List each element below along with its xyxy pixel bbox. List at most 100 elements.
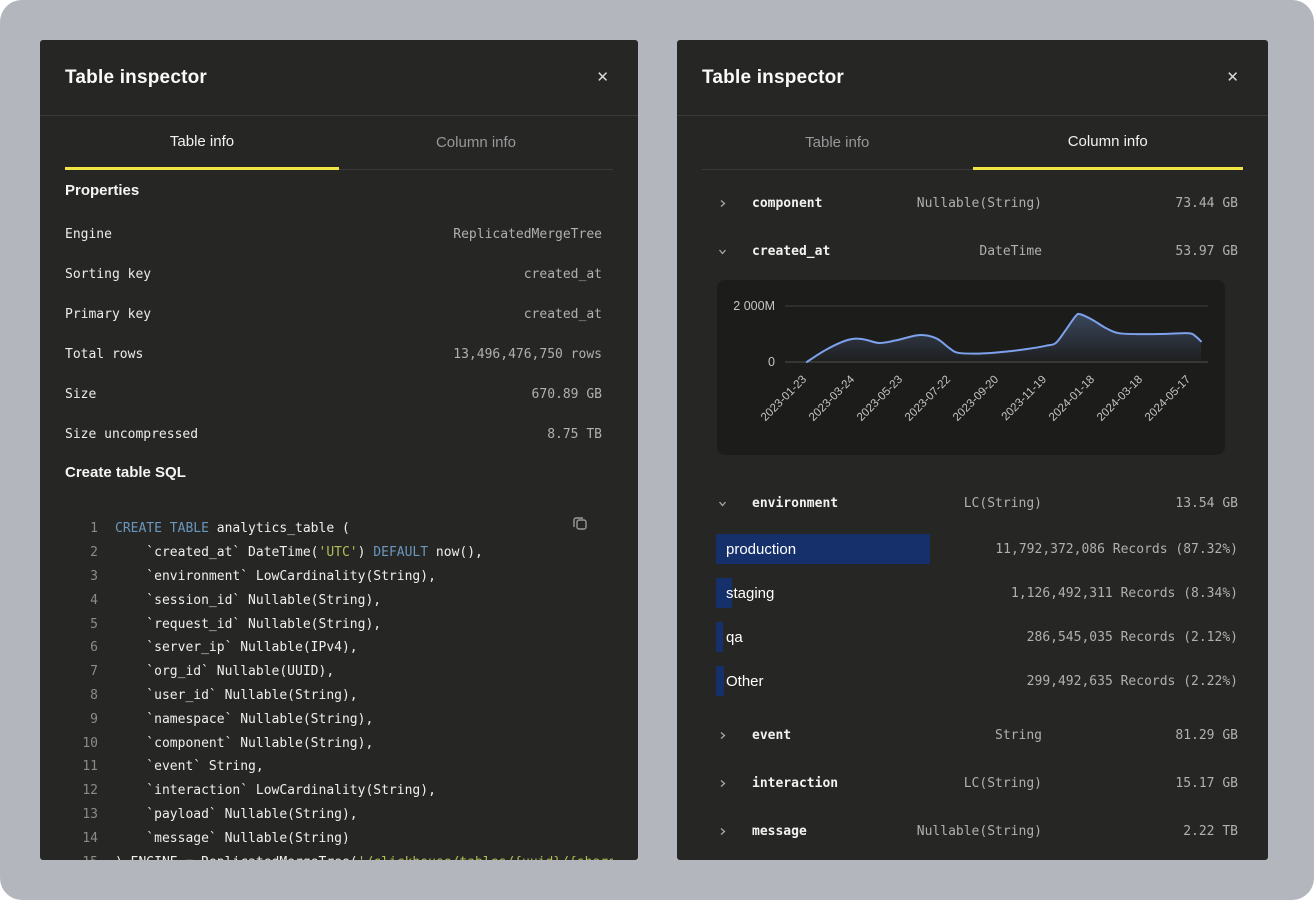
column-size: 53.97 GB bbox=[1042, 244, 1238, 259]
value-label: production bbox=[716, 541, 796, 558]
line-text: `user_id` Nullable(String), bbox=[115, 688, 358, 703]
line-number: 4 bbox=[65, 593, 98, 608]
tab-table-info[interactable]: Table info bbox=[65, 116, 339, 170]
line-number: 9 bbox=[65, 712, 98, 727]
svg-text:2024-03-18: 2024-03-18 bbox=[1095, 374, 1145, 424]
svg-text:2023-09-20: 2023-09-20 bbox=[951, 374, 1001, 424]
line-number: 13 bbox=[65, 807, 98, 822]
value-label: staging bbox=[716, 585, 774, 602]
column-row-created_at[interactable]: created_at DateTime 53.97 GB bbox=[677, 227, 1268, 275]
property-value: 670.89 GB bbox=[532, 387, 602, 402]
tab-table-info[interactable]: Table info bbox=[702, 116, 973, 170]
sql-code-block: 1 CREATE TABLE analytics_table ( 2 `crea… bbox=[65, 505, 613, 860]
column-size: 15.17 GB bbox=[1042, 776, 1238, 791]
sql-code-line: 3 `environment` LowCardinality(String), bbox=[65, 565, 613, 589]
chevron-right-icon[interactable] bbox=[717, 778, 752, 789]
value-records: 1,126,492,311 Records (8.34%) bbox=[1011, 571, 1238, 615]
copy-icon[interactable] bbox=[570, 513, 590, 536]
value-records: 299,492,635 Records (2.22%) bbox=[1027, 659, 1238, 703]
column-name: interaction bbox=[752, 776, 862, 791]
sql-code-line: 8 `user_id` Nullable(String), bbox=[65, 684, 613, 708]
column-size: 73.44 GB bbox=[1042, 196, 1238, 211]
line-text: `environment` LowCardinality(String), bbox=[115, 569, 436, 584]
tab-column-info[interactable]: Column info bbox=[973, 116, 1244, 170]
column-row-event[interactable]: event String 81.29 GB bbox=[677, 711, 1268, 759]
tab-column-info[interactable]: Column info bbox=[339, 116, 613, 170]
tab-bar: Table info Column info bbox=[65, 116, 613, 170]
line-text: `message` Nullable(String) bbox=[115, 831, 350, 846]
sql-code-line: 10 `component` Nullable(String), bbox=[65, 731, 613, 755]
line-text: `server_ip` Nullable(IPv4), bbox=[115, 640, 358, 655]
column-name: message bbox=[752, 824, 862, 839]
column-name: created_at bbox=[752, 244, 862, 259]
close-icon[interactable]: ✕ bbox=[1222, 66, 1243, 89]
property-value: created_at bbox=[524, 307, 602, 322]
close-icon[interactable]: ✕ bbox=[592, 66, 613, 89]
sql-code-line: 2 `created_at` DateTime('UTC') DEFAULT n… bbox=[65, 541, 613, 565]
column-row-component[interactable]: component Nullable(String) 73.44 GB bbox=[677, 179, 1268, 227]
create-table-sql-heading: Create table SQL bbox=[65, 464, 613, 484]
property-label: Size bbox=[65, 387, 96, 402]
column-row-message[interactable]: message Nullable(String) 2.22 TB bbox=[677, 807, 1268, 855]
line-text: `request_id` Nullable(String), bbox=[115, 617, 381, 632]
properties-heading: Properties bbox=[65, 182, 613, 202]
column-type: Nullable(String) bbox=[862, 824, 1042, 839]
chevron-right-icon[interactable] bbox=[717, 826, 752, 837]
value-label: Other bbox=[716, 673, 764, 690]
column-size: 2.22 TB bbox=[1042, 824, 1238, 839]
line-text: `created_at` DateTime('UTC') DEFAULT now… bbox=[115, 545, 483, 560]
created-at-distribution-chart: 2 000M02023-01-232023-03-242023-05-23202… bbox=[717, 280, 1225, 455]
line-number: 3 bbox=[65, 569, 98, 584]
sql-code-line: 9 `namespace` Nullable(String), bbox=[65, 707, 613, 731]
svg-text:2024-01-18: 2024-01-18 bbox=[1047, 374, 1097, 424]
property-label: Engine bbox=[65, 227, 112, 242]
sql-code-line: 11 `event` String, bbox=[65, 755, 613, 779]
tab-bar: Table info Column info bbox=[702, 116, 1243, 170]
svg-text:2023-03-24: 2023-03-24 bbox=[807, 373, 858, 424]
column-name: event bbox=[752, 728, 862, 743]
table-inspector-modal-column-info: Table inspector ✕ Table info Column info… bbox=[677, 40, 1268, 860]
line-text: `component` Nullable(String), bbox=[115, 736, 373, 751]
chevron-down-icon[interactable] bbox=[717, 498, 752, 509]
line-number: 14 bbox=[65, 831, 98, 846]
property-value: 8.75 TB bbox=[547, 427, 602, 442]
line-text: `event` String, bbox=[115, 759, 264, 774]
desktop-background: Table inspector ✕ Table info Column info… bbox=[0, 0, 1314, 900]
line-text: `namespace` Nullable(String), bbox=[115, 712, 373, 727]
property-label: Size uncompressed bbox=[65, 427, 198, 442]
value-distribution-row: qa 286,545,035 Records (2.12%) bbox=[716, 615, 1238, 659]
chevron-right-icon[interactable] bbox=[717, 730, 752, 741]
table-inspector-modal-table-info: Table inspector ✕ Table info Column info… bbox=[40, 40, 638, 860]
line-number: 10 bbox=[65, 736, 98, 751]
sql-code-line: 13 `payload` Nullable(String), bbox=[65, 803, 613, 827]
value-label: qa bbox=[716, 629, 743, 646]
property-row: Sorting key created_at bbox=[40, 254, 638, 294]
svg-text:2023-01-23: 2023-01-23 bbox=[759, 374, 809, 424]
column-type: Nullable(String) bbox=[862, 196, 1042, 211]
property-label: Sorting key bbox=[65, 267, 151, 282]
chevron-right-icon[interactable] bbox=[717, 198, 752, 209]
column-type: String bbox=[862, 728, 1042, 743]
modal-header: Table inspector ✕ bbox=[677, 40, 1268, 116]
property-label: Total rows bbox=[65, 347, 143, 362]
chevron-down-icon[interactable] bbox=[717, 246, 752, 257]
line-number: 1 bbox=[65, 521, 98, 536]
column-type: LC(String) bbox=[862, 496, 1042, 511]
svg-text:2024-05-17: 2024-05-17 bbox=[1143, 374, 1193, 424]
sql-code-line: 15 ) ENGINE = ReplicatedMergeTree('/clic… bbox=[65, 850, 613, 860]
line-number: 5 bbox=[65, 617, 98, 632]
property-value: created_at bbox=[524, 267, 602, 282]
line-number: 7 bbox=[65, 664, 98, 679]
sql-code-line: 6 `server_ip` Nullable(IPv4), bbox=[65, 636, 613, 660]
sql-code-line: 12 `interaction` LowCardinality(String), bbox=[65, 779, 613, 803]
sql-code-line: 4 `session_id` Nullable(String), bbox=[65, 588, 613, 612]
line-text: `payload` Nullable(String), bbox=[115, 807, 358, 822]
value-records: 286,545,035 Records (2.12%) bbox=[1027, 615, 1238, 659]
svg-text:2023-11-19: 2023-11-19 bbox=[1000, 374, 1049, 423]
modal-header: Table inspector ✕ bbox=[40, 40, 638, 116]
line-number: 2 bbox=[65, 545, 98, 560]
column-row-interaction[interactable]: interaction LC(String) 15.17 GB bbox=[677, 759, 1268, 807]
column-row-environment[interactable]: environment LC(String) 13.54 GB bbox=[677, 479, 1268, 527]
value-distribution-row: Other 299,492,635 Records (2.22%) bbox=[716, 659, 1238, 703]
sql-code-line: 5 `request_id` Nullable(String), bbox=[65, 612, 613, 636]
